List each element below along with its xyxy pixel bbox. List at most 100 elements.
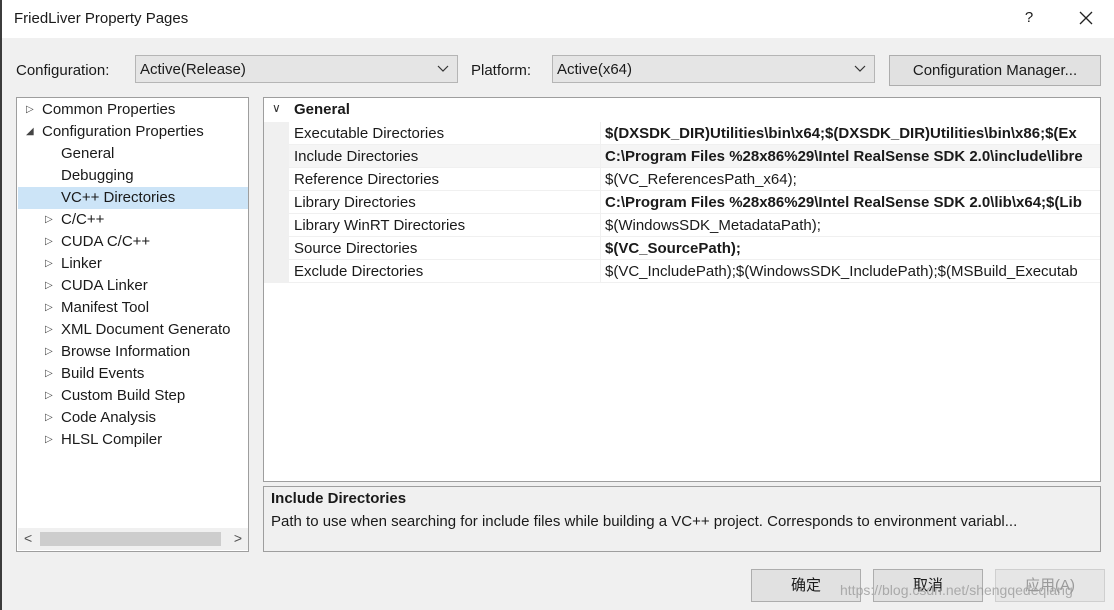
property-row[interactable]: Library Directories C:\Program Files %28x…	[264, 191, 1100, 214]
property-name: Reference Directories	[294, 171, 440, 188]
row-gutter	[264, 260, 289, 283]
property-tree: ▷ Common Properties ◢ Configuration Propert…	[16, 97, 249, 552]
column-divider[interactable]	[600, 260, 601, 283]
tree-item[interactable]: Debugging	[17, 165, 248, 187]
property-row[interactable]: Library WinRT Directories $(WindowsSDK_Me…	[264, 214, 1100, 237]
close-button[interactable]	[1068, 4, 1104, 32]
expand-arrow-icon[interactable]: ▷	[45, 429, 57, 451]
tree-item-label: XML Document Generato	[61, 321, 231, 338]
property-row[interactable]: Reference Directories $(VC_ReferencesPath…	[264, 168, 1100, 191]
column-divider[interactable]	[600, 145, 601, 168]
window-border	[0, 38, 2, 610]
tree-item[interactable]: ▷ Custom Build Step	[17, 385, 248, 407]
description-panel: Include Directories Path to use when sea…	[263, 486, 1101, 552]
property-value[interactable]: $(DXSDK_DIR)Utilities\bin\x64;$(DXSDK_DI…	[605, 125, 1077, 142]
tree-item[interactable]: ▷ HLSL Compiler	[17, 429, 248, 451]
property-value[interactable]: C:\Program Files %28x86%29\Intel RealSen…	[605, 148, 1083, 165]
help-button[interactable]: ?	[1017, 4, 1041, 32]
expand-arrow-icon[interactable]: ▷	[45, 319, 57, 341]
tree-item-label: CUDA C/C++	[61, 233, 151, 250]
description-title: Include Directories	[271, 490, 407, 507]
tree-item[interactable]: ▷ CUDA C/C++	[17, 231, 248, 253]
tree-item[interactable]: General	[17, 143, 248, 165]
property-name: Include Directories	[294, 148, 419, 165]
row-gutter	[264, 214, 289, 237]
chevron-down-icon	[854, 65, 866, 72]
scroll-left-icon[interactable]: <	[24, 530, 32, 546]
column-divider[interactable]	[600, 122, 601, 145]
expand-arrow-icon[interactable]: ▷	[45, 297, 57, 319]
tree-item[interactable]: ▷ Common Properties	[17, 99, 248, 121]
property-grid: ∨ General Executable Directories $(DXSDK_…	[263, 97, 1101, 482]
collapse-icon[interactable]: ∨	[272, 101, 281, 115]
tree-item-label: VC++ Directories	[61, 189, 176, 206]
property-name: Library Directories	[294, 194, 416, 211]
property-value[interactable]: $(VC_SourcePath);	[605, 240, 741, 257]
row-gutter	[264, 191, 289, 214]
tree-item-label: CUDA Linker	[61, 277, 148, 294]
tree-item-label: Browse Information	[61, 343, 191, 360]
category-label: General	[294, 101, 350, 118]
configuration-manager-button[interactable]: Configuration Manager...	[889, 55, 1101, 86]
property-name: Library WinRT Directories	[294, 217, 466, 234]
horizontal-scrollbar[interactable]: < >	[18, 528, 248, 550]
configuration-value: Active(Release)	[140, 61, 246, 78]
row-gutter	[264, 237, 289, 260]
tree-item-label: Linker	[61, 255, 102, 272]
property-row[interactable]: Executable Directories $(DXSDK_DIR)Utilit…	[264, 122, 1100, 145]
tree-item[interactable]: ▷ CUDA Linker	[17, 275, 248, 297]
column-divider[interactable]	[600, 168, 601, 191]
platform-value: Active(x64)	[557, 61, 633, 78]
column-divider[interactable]	[600, 191, 601, 214]
description-text: Path to use when searching for include f…	[271, 513, 1018, 530]
tree-item-label: HLSL Compiler	[61, 431, 163, 448]
watermark: https://blog.csdn.net/shengqedeqiang	[840, 582, 1073, 598]
configuration-select[interactable]: Active(Release)	[135, 55, 458, 83]
property-name: Source Directories	[294, 240, 418, 257]
tree-item-label: Build Events	[61, 365, 145, 382]
tree-item-label: Custom Build Step	[61, 387, 186, 404]
expand-arrow-icon[interactable]: ▷	[45, 341, 57, 363]
expand-arrow-icon[interactable]: ▷	[45, 385, 57, 407]
category-general[interactable]: ∨ General	[264, 99, 1100, 121]
property-value[interactable]: $(WindowsSDK_MetadataPath);	[605, 217, 821, 234]
tree-item[interactable]: VC++ Directories	[17, 187, 248, 209]
row-gutter	[264, 145, 289, 168]
scroll-right-icon[interactable]: >	[234, 530, 242, 546]
expand-arrow-icon[interactable]: ▷	[45, 231, 57, 253]
tree-item-label: Debugging	[61, 167, 134, 184]
tree-item[interactable]: ▷ Manifest Tool	[17, 297, 248, 319]
property-row[interactable]: Exclude Directories $(VC_IncludePath);$(W…	[264, 260, 1100, 283]
property-row[interactable]: Include Directories C:\Program Files %28x…	[264, 145, 1100, 168]
close-icon	[1079, 11, 1093, 25]
tree-item[interactable]: ◢ Configuration Properties	[17, 121, 248, 143]
title-bar: FriedLiver Property Pages ?	[0, 0, 1114, 38]
property-value[interactable]: C:\Program Files %28x86%29\Intel RealSen…	[605, 194, 1082, 211]
tree-item[interactable]: ▷ Code Analysis	[17, 407, 248, 429]
tree-item-label: Manifest Tool	[61, 299, 150, 316]
expand-arrow-icon[interactable]: ▷	[45, 407, 57, 429]
property-row[interactable]: Source Directories $(VC_SourcePath);	[264, 237, 1100, 260]
property-value[interactable]: $(VC_ReferencesPath_x64);	[605, 171, 797, 188]
row-gutter	[264, 168, 289, 191]
tree-item[interactable]: ▷ Build Events	[17, 363, 248, 385]
expand-arrow-icon[interactable]: ▷	[45, 275, 57, 297]
tree-item[interactable]: ▷ C/C++	[17, 209, 248, 231]
platform-select[interactable]: Active(x64)	[552, 55, 875, 83]
tree-item-label: C/C++	[61, 211, 105, 228]
tree-item[interactable]: ▷ Linker	[17, 253, 248, 275]
tree-item-label: Common Properties	[42, 101, 176, 118]
scrollbar-thumb[interactable]	[40, 532, 221, 546]
collapse-arrow-icon[interactable]: ◢	[26, 121, 38, 143]
column-divider[interactable]	[600, 214, 601, 237]
expand-arrow-icon[interactable]: ▷	[45, 253, 57, 275]
tree-item[interactable]: ▷ XML Document Generato	[17, 319, 248, 341]
tree-item[interactable]: ▷ Browse Information	[17, 341, 248, 363]
column-divider[interactable]	[600, 237, 601, 260]
property-name: Exclude Directories	[294, 263, 424, 280]
expand-arrow-icon[interactable]: ▷	[45, 209, 57, 231]
expand-arrow-icon[interactable]: ▷	[26, 99, 38, 121]
property-value[interactable]: $(VC_IncludePath);$(WindowsSDK_IncludePa…	[605, 263, 1078, 280]
tree-item-label: General	[61, 145, 115, 162]
expand-arrow-icon[interactable]: ▷	[45, 363, 57, 385]
